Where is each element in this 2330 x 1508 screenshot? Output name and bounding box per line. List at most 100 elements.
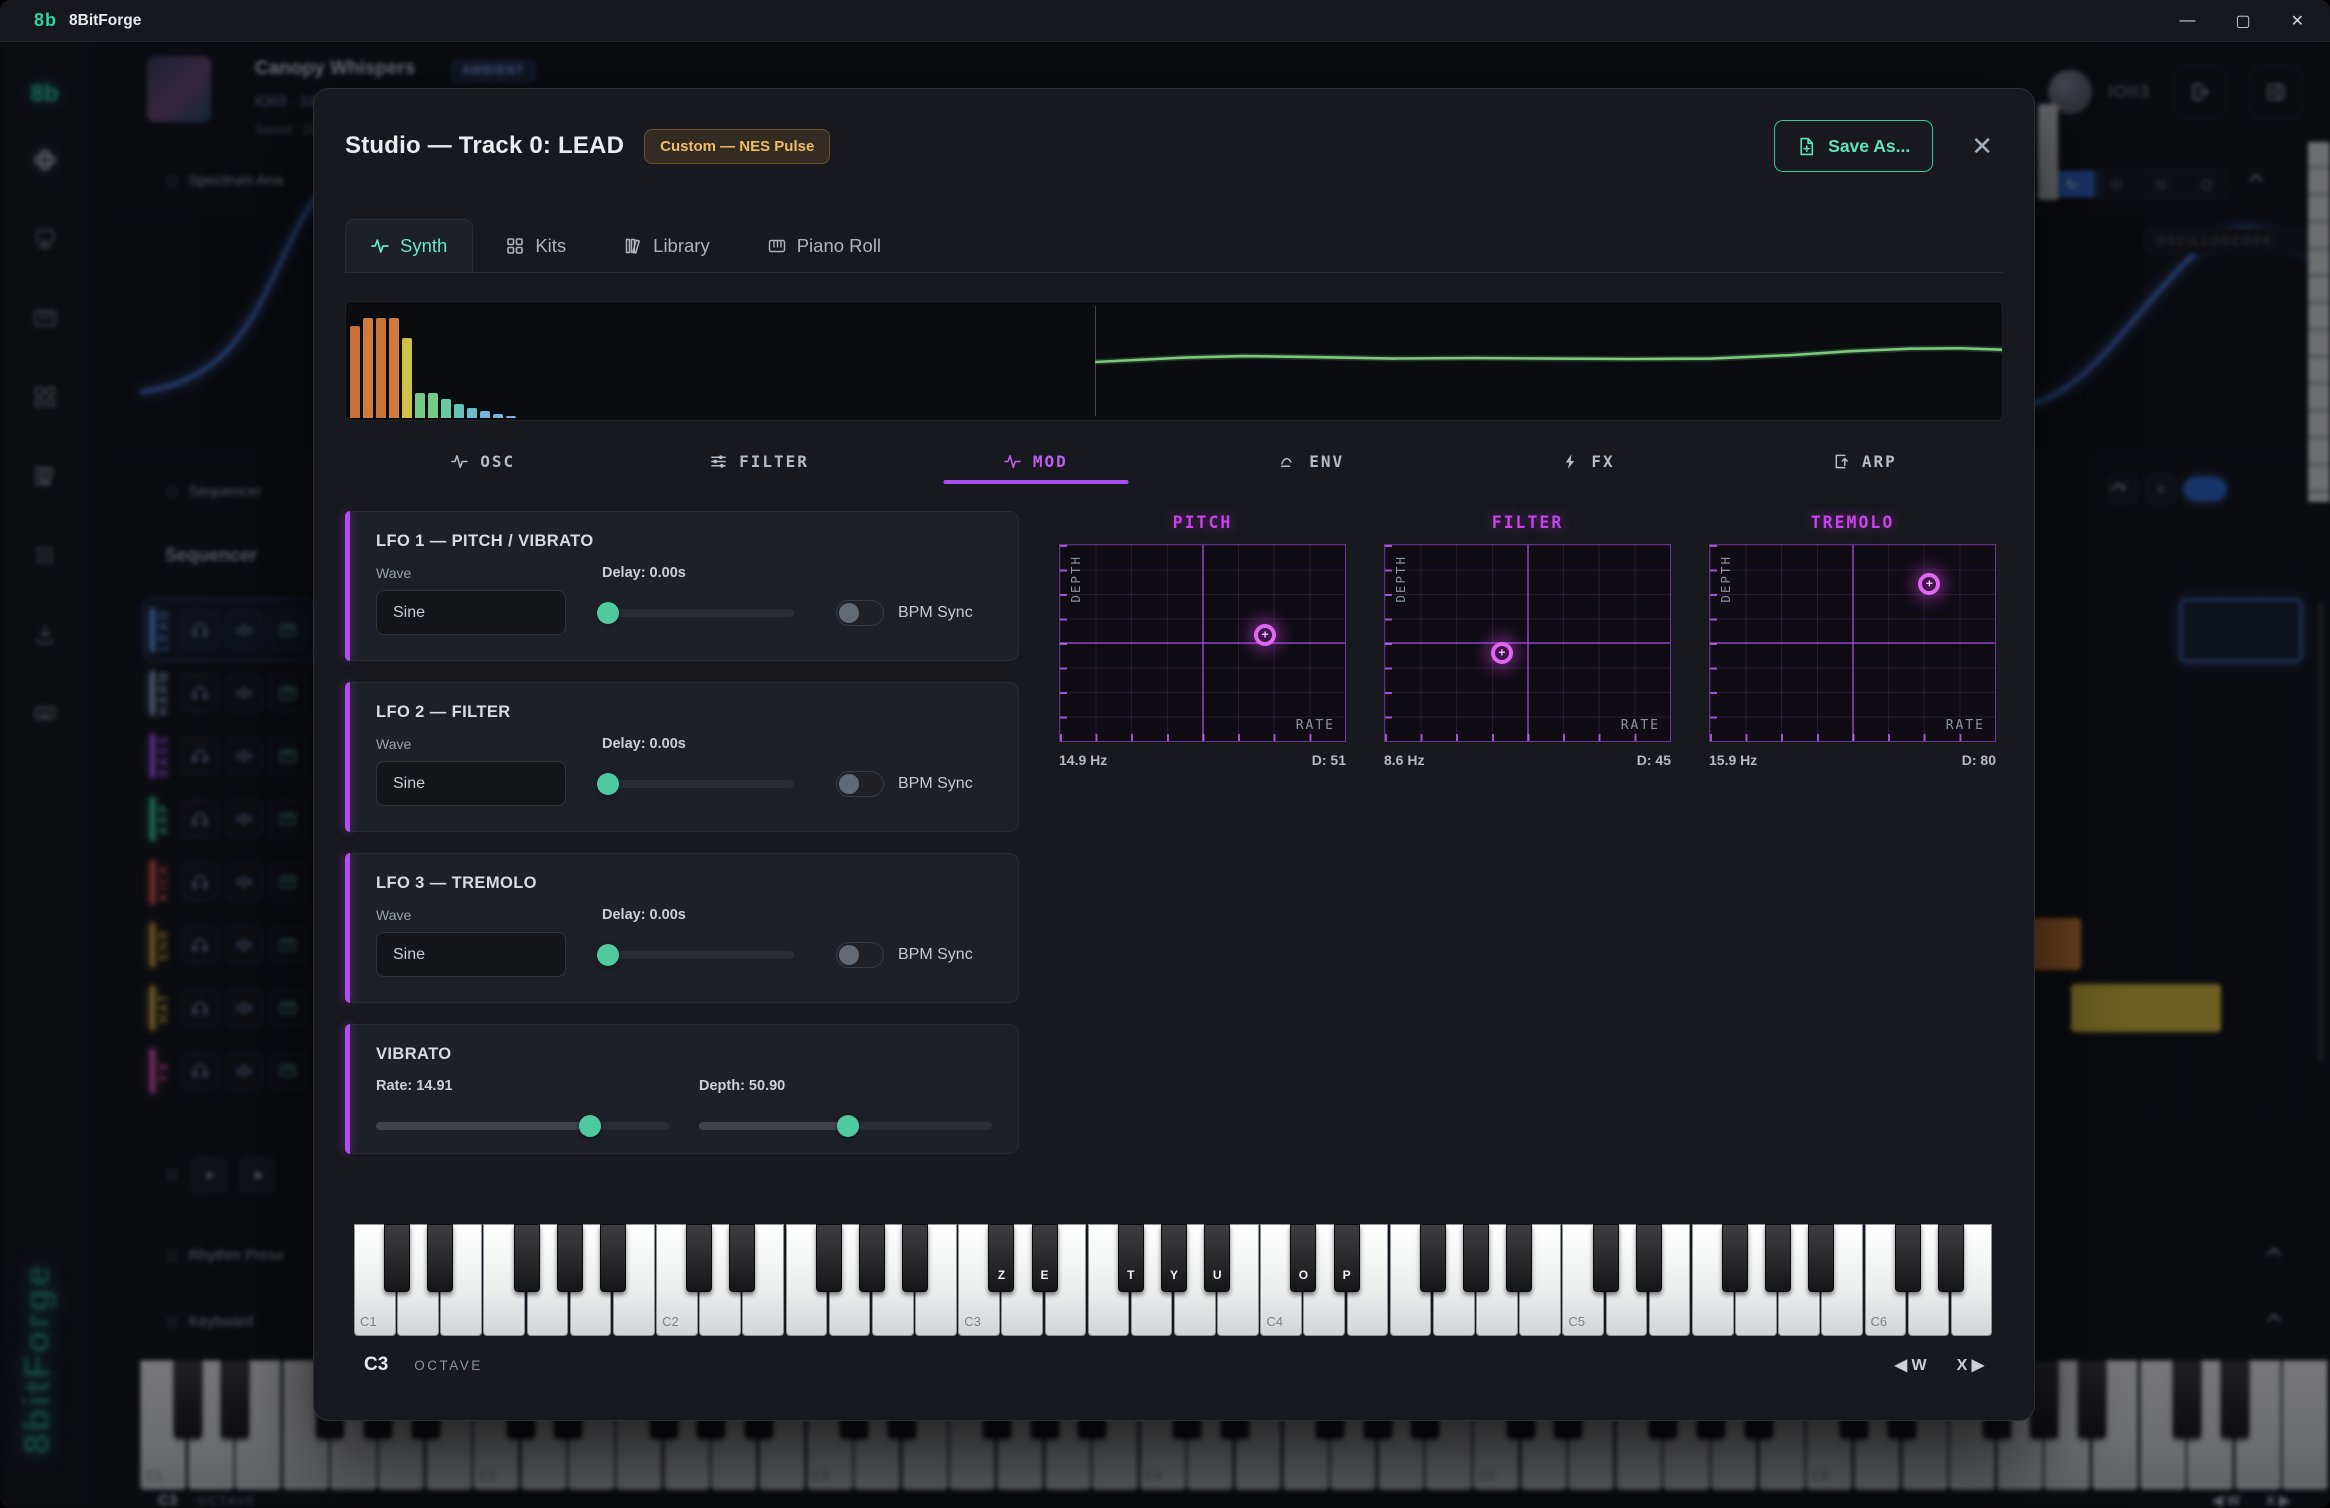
subtab-label: FX [1591,452,1614,471]
black-key[interactable]: U [1204,1224,1230,1292]
modal-close-button[interactable]: ✕ [1971,133,1993,159]
black-key[interactable] [686,1224,712,1292]
subtab-mod[interactable]: MOD [898,438,1174,484]
pitch-xy-pad[interactable]: DEPTH RATE [1059,544,1346,742]
minimize-button[interactable]: — [2179,12,2195,30]
key-hint-label: Y [1170,1268,1178,1282]
app-logo: 8b [34,10,57,31]
tab-library[interactable]: Library [599,219,735,272]
save-as-button[interactable]: Save As... [1774,120,1933,172]
oscilloscope-wave [1095,302,2003,420]
lfo1-wave-select[interactable]: Sine [376,590,566,635]
black-key[interactable] [384,1224,410,1292]
keyboard-footer: C3 OCTAVE ◀ W X ▶ [345,1354,2003,1376]
slider-thumb[interactable] [597,773,619,795]
black-key[interactable] [902,1224,928,1292]
slider-thumb[interactable] [597,602,619,624]
black-key[interactable] [600,1224,626,1292]
black-key[interactable] [557,1224,583,1292]
octave-down-button[interactable]: ◀ W [1895,1355,1927,1375]
slider-thumb[interactable] [597,944,619,966]
black-key[interactable] [1808,1224,1834,1292]
pad-point[interactable] [1918,573,1940,595]
tab-piano-roll[interactable]: Piano Roll [743,219,906,272]
black-key[interactable] [816,1224,842,1292]
spectrum-bar [480,411,490,418]
preset-badge: Custom — NES Pulse [644,129,830,164]
spectrum-bar [506,416,516,418]
black-key[interactable] [1722,1224,1748,1292]
black-key[interactable] [729,1224,755,1292]
subtab-fx[interactable]: FX [1450,438,1726,484]
lfo3-wave-select[interactable]: Sine [376,932,566,977]
wave-label: Wave [376,907,566,923]
pad-depth-value: D: 51 [1312,752,1346,768]
black-key[interactable] [859,1224,885,1292]
subtab-env[interactable]: ENV [1174,438,1450,484]
pad-point[interactable] [1254,624,1276,646]
black-key[interactable] [1463,1224,1489,1292]
lfo2-delay-slider[interactable] [602,761,794,806]
subtab-osc[interactable]: OSC [345,438,621,484]
slider-thumb[interactable] [837,1115,859,1137]
black-key[interactable]: P [1334,1224,1360,1292]
lfo1-delay-slider[interactable] [602,590,794,635]
black-key[interactable]: E [1032,1224,1058,1292]
lfo2-wave-select[interactable]: Sine [376,761,566,806]
black-key[interactable] [1506,1224,1532,1292]
lfo2-bpm-sync-toggle[interactable] [836,771,884,797]
subtab-label: ARP [1862,452,1897,471]
octave-up-button[interactable]: X ▶ [1957,1355,1984,1375]
black-key[interactable]: T [1118,1224,1144,1292]
black-key[interactable]: Z [988,1224,1014,1292]
subtab-label: OSC [480,452,515,471]
wave-value: Sine [393,775,425,793]
piano-icon [768,237,786,255]
octave-label: C3 [964,1314,981,1329]
depth-axis-label: DEPTH [1068,555,1083,603]
black-key[interactable] [1765,1224,1791,1292]
env-icon [1280,453,1297,470]
spectrum-bar [454,404,464,418]
tremolo-xy-pad[interactable]: DEPTH RATE [1709,544,1996,742]
file-plus-icon [1797,137,1816,156]
pad-point[interactable] [1491,642,1513,664]
black-key[interactable] [1420,1224,1446,1292]
modal-header: Studio — Track 0: LEAD Custom — NES Puls… [345,119,2003,173]
spectrum-bar [363,318,373,418]
subtab-arp[interactable]: ARP [1727,438,2003,484]
tab-synth[interactable]: Synth [345,219,473,272]
spectrum-bar [402,338,412,418]
black-key[interactable] [1895,1224,1921,1292]
lfo3-bpm-sync-toggle[interactable] [836,942,884,968]
vibrato-depth-slider[interactable] [699,1103,992,1148]
waveform-icon [1004,453,1021,470]
app-window: 8b 8BitForge — ▢ ✕ 8b Canopy Whispers AM… [0,0,2330,1508]
key-hint-label: E [1041,1268,1049,1282]
active-subtab-underline [943,480,1128,484]
tremolo-pad-column: TREMOLO DEPTH RATE 15.9 Hz D: 80 [1709,513,1996,768]
grid-icon [506,237,524,255]
filter-xy-pad[interactable]: DEPTH RATE [1384,544,1671,742]
black-key[interactable] [427,1224,453,1292]
delay-label: Delay: 0.00s [602,907,794,923]
bpm-sync-label: BPM Sync [898,775,973,793]
black-key[interactable] [514,1224,540,1292]
depth-axis-label: DEPTH [1718,555,1733,603]
pad-title: FILTER [1384,513,1671,532]
black-key[interactable]: O [1290,1224,1316,1292]
lfo3-delay-slider[interactable] [602,932,794,977]
lfo1-bpm-sync-toggle[interactable] [836,600,884,626]
black-key[interactable] [1593,1224,1619,1292]
black-key[interactable] [1938,1224,1964,1292]
slider-thumb[interactable] [579,1115,601,1137]
black-key[interactable] [1636,1224,1662,1292]
black-key[interactable]: Y [1161,1224,1187,1292]
spectrum-bar [467,408,477,418]
maximize-button[interactable]: ▢ [2235,11,2250,31]
window-close-button[interactable]: ✕ [2291,11,2304,31]
subtab-filter[interactable]: FILTER [621,438,897,484]
tab-kits[interactable]: Kits [481,219,591,272]
subtab-label: ENV [1309,452,1344,471]
vibrato-rate-slider[interactable] [376,1103,669,1148]
